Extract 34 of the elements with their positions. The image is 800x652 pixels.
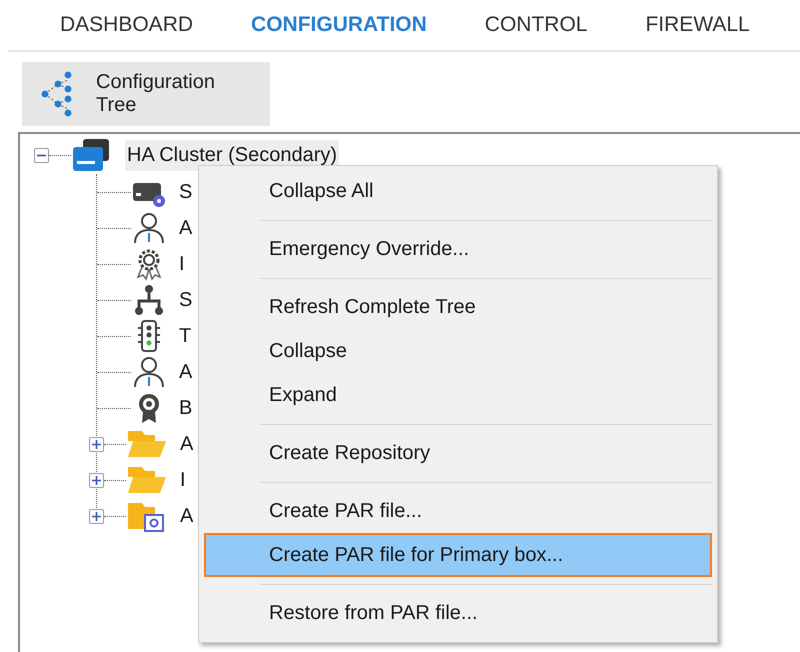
user-icon xyxy=(131,211,167,245)
menu-item[interactable]: Emergency Override... xyxy=(204,227,712,271)
menu-item[interactable]: Expand xyxy=(204,373,712,417)
expand-toggle[interactable] xyxy=(89,472,104,488)
menu-item[interactable]: Collapse xyxy=(204,329,712,373)
tree-item[interactable]: A xyxy=(178,500,196,532)
tree-item[interactable]: B xyxy=(177,392,194,424)
menu-item[interactable]: Restore from PAR file... xyxy=(204,591,712,635)
menu-item[interactable]: Collapse All xyxy=(204,169,712,213)
nav-tab[interactable]: CONTROL xyxy=(484,13,588,37)
menu-item[interactable]: Refresh Complete Tree xyxy=(204,285,712,329)
tree-item[interactable]: A xyxy=(178,428,196,460)
menu-item[interactable]: Create PAR file for Primary box... xyxy=(204,533,712,577)
user-icon xyxy=(131,355,167,389)
collapse-toggle[interactable] xyxy=(34,148,49,162)
plus-icon[interactable] xyxy=(92,476,101,484)
nav-tab[interactable]: FIREWALL xyxy=(645,13,750,37)
expand-toggle[interactable] xyxy=(89,436,104,452)
tree-item[interactable]: A xyxy=(177,212,194,244)
plus-icon[interactable] xyxy=(92,440,101,448)
tree-item[interactable]: I xyxy=(177,248,187,280)
menu-item[interactable]: Create Repository xyxy=(204,431,712,475)
expand-toggle[interactable] xyxy=(89,508,104,524)
menu-item[interactable]: Create PAR file... xyxy=(204,489,712,533)
nav-tab[interactable]: CONFIGURATION xyxy=(251,13,427,37)
plus-icon[interactable] xyxy=(92,512,101,520)
tree-item[interactable]: S xyxy=(177,284,194,316)
tree-item[interactable]: A xyxy=(177,356,194,388)
configuration-tree-button[interactable]: Configuration Tree xyxy=(22,62,270,126)
server-icon xyxy=(71,137,111,173)
tree-item[interactable]: S xyxy=(177,176,194,208)
nav-tab[interactable]: DASHBOARD xyxy=(60,13,194,37)
tree-item[interactable]: I xyxy=(178,464,188,496)
tree-item[interactable]: T xyxy=(177,320,194,352)
